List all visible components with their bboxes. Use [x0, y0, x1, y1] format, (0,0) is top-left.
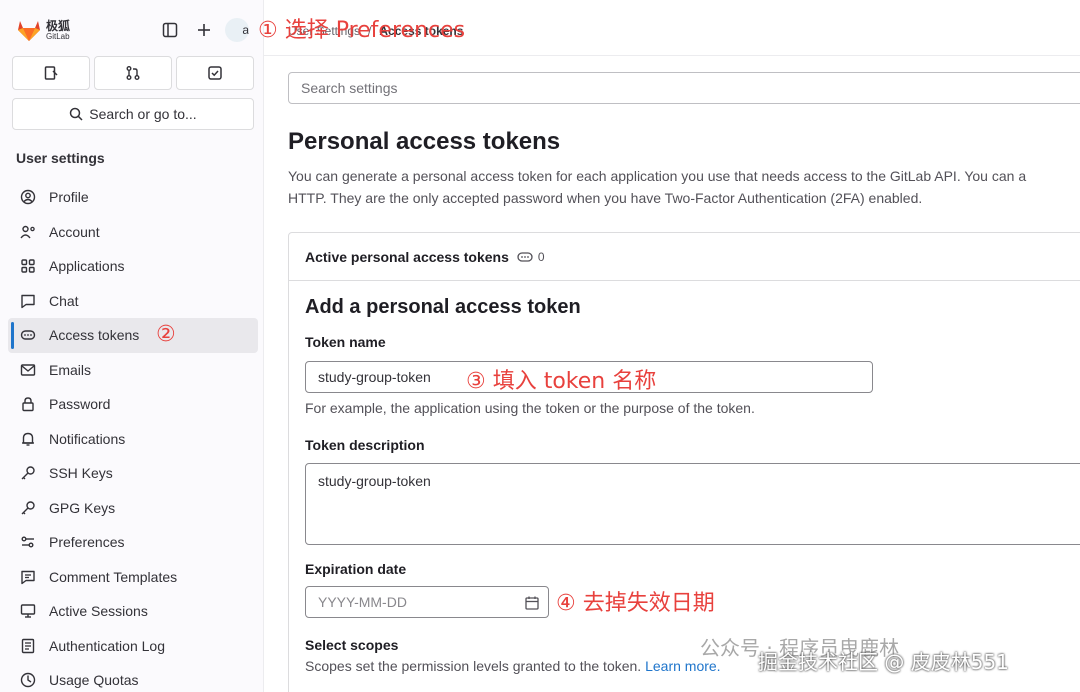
issues-button[interactable] — [12, 56, 90, 90]
token-count-badge: 0 — [517, 250, 545, 264]
sidebar-item-label: Profile — [49, 189, 89, 206]
fox-logo-icon — [18, 21, 40, 41]
avatar-alt-text: a — [242, 23, 249, 37]
watermark-line-2: 掘金技术社区 @ 皮皮林551 — [758, 650, 1009, 674]
token-count: 0 — [537, 249, 545, 264]
tokens-card: Active personal access tokens 0 Add a pe… — [288, 232, 1080, 692]
sidebar-item-label: Active Sessions — [49, 603, 148, 620]
sidebar: 极狐 GitLab a Search or go to... User sett… — [0, 0, 264, 692]
brand-name-cn: 极狐 — [46, 18, 71, 33]
sidebar-item-authentication-log[interactable]: Authentication Log — [8, 629, 258, 664]
search-icon — [70, 107, 83, 121]
sidebar-item-active-sessions[interactable]: Active Sessions — [8, 594, 258, 629]
token-icon — [517, 251, 533, 262]
select-scopes-label: Select scopes — [305, 637, 399, 653]
todo-icon — [208, 66, 222, 80]
sidebar-item-usage-quotas[interactable]: Usage Quotas — [8, 663, 258, 692]
sidebar-item-label: Access tokens — [49, 327, 140, 344]
form-title: Add a personal access token — [305, 296, 581, 318]
sidebar-item-label: Emails — [49, 361, 92, 378]
card-header: Active personal access tokens 0 — [289, 233, 1080, 281]
sidebar-item-label: Notifications — [49, 430, 126, 447]
scopes-help: Scopes set the permission levels granted… — [305, 658, 721, 674]
settings-search-input[interactable]: Search settings — [288, 72, 1080, 104]
sliders-icon — [20, 534, 36, 550]
sidebar-toggle-icon[interactable] — [160, 20, 180, 40]
section-title: User settings — [16, 150, 105, 166]
page-description-line: You can generate a personal access token… — [288, 168, 1027, 184]
sidebar-item-notifications[interactable]: Notifications — [8, 422, 258, 457]
comment-icon — [20, 569, 36, 585]
sidebar-item-gpg-keys[interactable]: GPG Keys — [8, 491, 258, 526]
token-name-help: For example, the application using the t… — [305, 400, 755, 416]
search-or-go-label: Search or go to... — [89, 106, 197, 122]
mail-icon — [20, 362, 36, 378]
sidebar-item-profile[interactable]: Profile — [8, 180, 258, 215]
calendar-icon[interactable] — [524, 595, 540, 611]
key-icon — [20, 465, 36, 481]
token-name-label: Token name — [305, 334, 386, 350]
token-description-label: Token description — [305, 437, 425, 453]
expiration-date-label: Expiration date — [305, 561, 407, 577]
grid-icon — [20, 258, 36, 274]
sidebar-item-preferences[interactable]: Preferences — [8, 525, 258, 560]
page-description-line: HTTP. They are the only accepted passwor… — [288, 190, 923, 206]
annotation-step-2: ② — [156, 322, 176, 347]
sidebar-item-label: Comment Templates — [49, 568, 178, 585]
sidebar-item-label: SSH Keys — [49, 465, 113, 482]
todo-button[interactable] — [176, 56, 254, 90]
plus-icon[interactable] — [194, 20, 214, 40]
sidebar-item-label: Password — [49, 396, 111, 413]
annotation-step-3: ③ 填入 token 名称 — [466, 369, 657, 394]
sidebar-item-chat[interactable]: Chat — [8, 284, 258, 319]
sidebar-item-label: Authentication Log — [49, 637, 165, 654]
avatar[interactable]: a — [225, 18, 249, 42]
page-description: You can generate a personal access token… — [288, 165, 1080, 209]
issues-icon — [44, 66, 58, 80]
settings-nav: Profile Account Applications Chat Access… — [8, 180, 258, 692]
sidebar-item-label: GPG Keys — [49, 499, 116, 516]
sidebar-item-access-tokens[interactable]: Access tokens — [8, 318, 258, 353]
merge-request-icon — [126, 66, 140, 80]
bell-icon — [20, 431, 36, 447]
sidebar-item-label: Preferences — [49, 534, 125, 551]
sidebar-item-label: Applications — [49, 258, 125, 275]
merge-requests-button[interactable] — [94, 56, 172, 90]
search-or-go-button[interactable]: Search or go to... — [12, 98, 254, 130]
annotation-step-4: ④ 去掉失效日期 — [556, 591, 715, 616]
brand-logo[interactable]: 极狐 GitLab — [16, 18, 70, 42]
lock-icon — [20, 396, 36, 412]
sidebar-item-comment-templates[interactable]: Comment Templates — [8, 560, 258, 595]
token-description-textarea[interactable]: study-group-token — [305, 463, 1080, 545]
token-icon — [20, 327, 36, 343]
annotation-step-1: ① 选择 Preferences — [258, 18, 466, 43]
brand-name-en: GitLab — [46, 31, 70, 41]
sidebar-item-label: Chat — [49, 292, 79, 309]
user-gear-icon — [20, 224, 36, 240]
key-icon — [20, 500, 36, 516]
expiration-date-placeholder: YYYY-MM-DD — [318, 594, 407, 610]
scopes-help-text: Scopes set the permission levels granted… — [305, 658, 642, 674]
log-icon — [20, 638, 36, 654]
monitor-icon — [20, 603, 36, 619]
sidebar-header: 极狐 GitLab a — [0, 0, 264, 56]
sidebar-item-account[interactable]: Account — [8, 215, 258, 250]
quick-actions — [12, 56, 254, 90]
expiration-date-input[interactable]: YYYY-MM-DD — [305, 586, 549, 618]
chat-icon — [20, 293, 36, 309]
sidebar-item-applications[interactable]: Applications — [8, 249, 258, 284]
sidebar-item-label: Usage Quotas — [49, 672, 139, 689]
sidebar-item-password[interactable]: Password — [8, 387, 258, 422]
sidebar-item-label: Account — [49, 223, 100, 240]
sidebar-item-ssh-keys[interactable]: SSH Keys — [8, 456, 258, 491]
page-title: Personal access tokens — [288, 128, 561, 155]
sidebar-item-emails[interactable]: Emails — [8, 353, 258, 388]
user-circle-icon — [20, 189, 36, 205]
card-header-title: Active personal access tokens — [305, 248, 509, 265]
quota-icon — [20, 672, 36, 688]
